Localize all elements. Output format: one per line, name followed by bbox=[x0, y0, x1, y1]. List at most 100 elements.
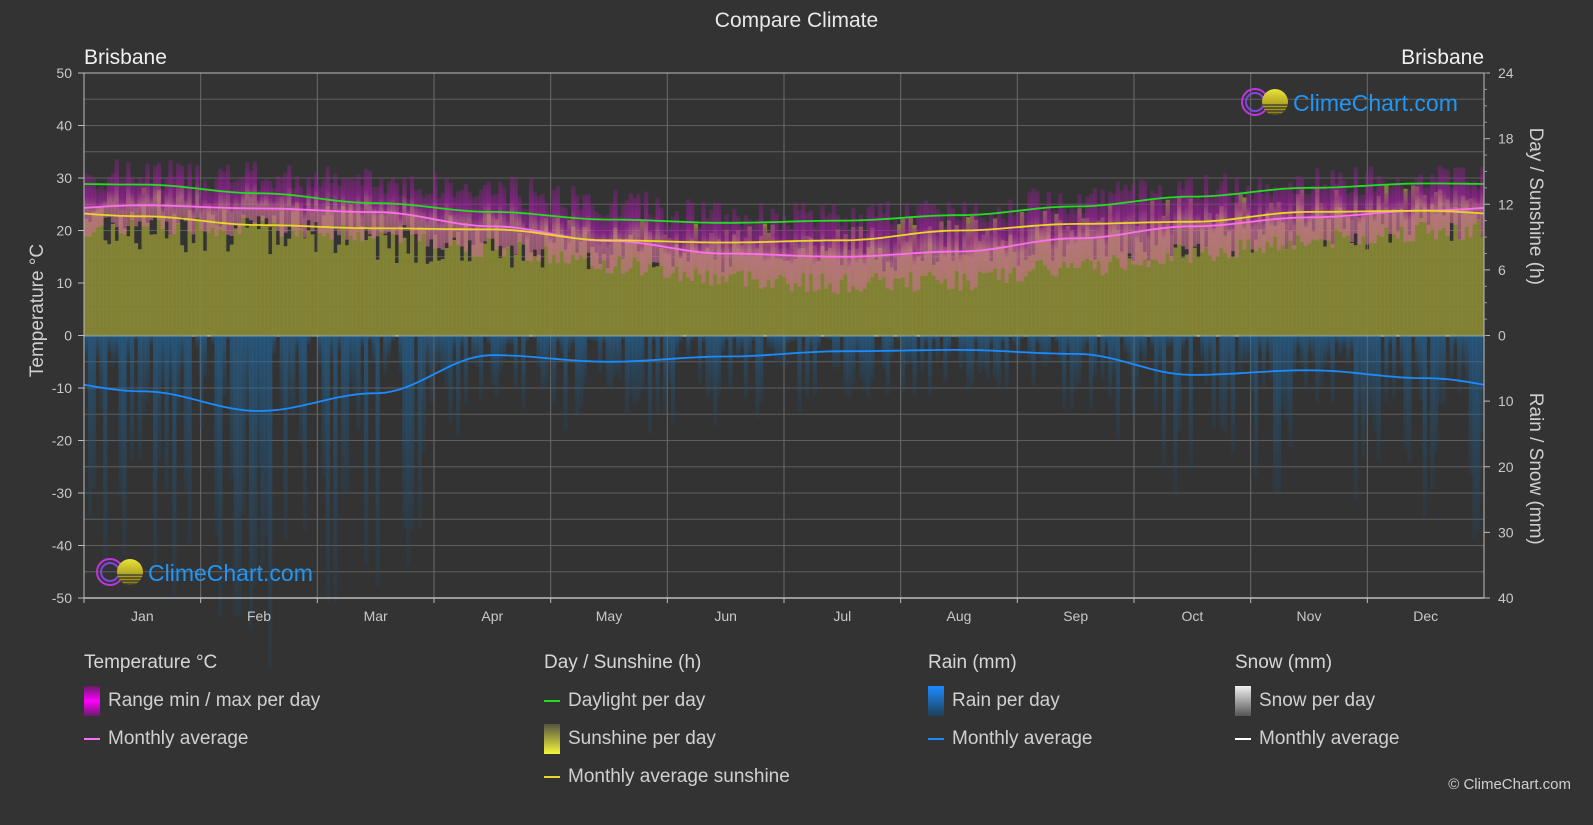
temp-range-bar bbox=[417, 188, 422, 242]
rain-bar bbox=[502, 335, 507, 361]
rain-bar bbox=[1280, 335, 1285, 409]
temp-range-bar bbox=[1031, 188, 1036, 270]
temp-range-bar bbox=[268, 181, 273, 228]
rain-bar bbox=[137, 335, 142, 461]
sunshine-bar bbox=[509, 267, 514, 336]
temp-range-bar bbox=[179, 165, 185, 218]
rain-bar bbox=[1054, 335, 1059, 342]
sunshine-bar bbox=[126, 236, 131, 336]
rain-bar bbox=[1430, 335, 1435, 490]
sunshine-bar bbox=[1180, 257, 1186, 336]
temp-range-bar bbox=[1081, 213, 1086, 262]
legend-item: Sunshine per day bbox=[544, 724, 790, 754]
rain-bar bbox=[1173, 335, 1178, 496]
rain-bar bbox=[1361, 335, 1366, 459]
rain-bar bbox=[91, 335, 96, 489]
sunshine-bar bbox=[1192, 247, 1197, 336]
rain-bar bbox=[364, 335, 369, 567]
rain-bar bbox=[191, 335, 196, 337]
rain-bar bbox=[632, 335, 637, 405]
rain-bar bbox=[920, 335, 925, 373]
temp-range-bar bbox=[1169, 198, 1174, 262]
logo-ring-icon bbox=[1245, 92, 1265, 112]
rain-bar bbox=[985, 335, 990, 381]
rain-bar bbox=[459, 335, 465, 347]
rain-bar bbox=[1023, 335, 1028, 337]
temp-range-bar bbox=[1403, 191, 1408, 243]
temp-range-bar bbox=[1303, 194, 1308, 246]
rain-bar bbox=[356, 335, 361, 431]
temp-range-bar bbox=[540, 193, 545, 250]
rain-bar bbox=[314, 335, 319, 337]
rain-bar bbox=[724, 335, 729, 341]
rain-bar bbox=[133, 335, 139, 341]
temp-range-bar bbox=[490, 194, 495, 239]
legend-label: Monthly average bbox=[108, 728, 249, 749]
rain-bar bbox=[99, 335, 104, 410]
temp-range-bar bbox=[812, 226, 818, 292]
temp-range-bar bbox=[559, 205, 564, 252]
temp-range-bar bbox=[256, 190, 261, 217]
rain-bar bbox=[444, 335, 449, 388]
temp-range-bar bbox=[141, 179, 146, 227]
temp-range-bar bbox=[766, 231, 771, 281]
temp-range-bar bbox=[1211, 194, 1216, 261]
temp-range-bar bbox=[294, 175, 300, 237]
rain-bar bbox=[977, 335, 982, 374]
temp-range-bar bbox=[1146, 201, 1151, 268]
rain-bar bbox=[1100, 335, 1105, 381]
rain-bar bbox=[1031, 335, 1036, 386]
rain-bar bbox=[1453, 335, 1458, 345]
sunshine-bar bbox=[1476, 219, 1481, 336]
rain-bar bbox=[843, 335, 848, 394]
left-tick-label: 50 bbox=[56, 65, 72, 81]
temp-range-bar bbox=[885, 201, 890, 289]
rain-bar bbox=[214, 335, 219, 535]
rain-bar bbox=[130, 335, 135, 462]
rain-bar bbox=[544, 335, 549, 389]
rain-bar bbox=[118, 335, 123, 498]
rain-bar bbox=[1104, 335, 1109, 348]
temp-range-bar bbox=[820, 205, 825, 274]
sunshine-bar bbox=[1441, 215, 1447, 336]
temp-range-bar bbox=[609, 203, 614, 274]
rain-bar bbox=[1242, 335, 1247, 362]
rain-bar bbox=[1353, 335, 1358, 500]
temp-range-bar bbox=[935, 209, 940, 280]
rain-bar bbox=[1345, 335, 1351, 366]
temp-range-bar bbox=[578, 208, 584, 256]
rain-bar bbox=[824, 335, 829, 339]
sunshine-bar bbox=[1457, 239, 1462, 336]
sunshine-bar bbox=[337, 244, 342, 336]
rain-bar bbox=[732, 335, 737, 340]
sunshine-bar bbox=[130, 211, 135, 336]
temp-range-bar bbox=[1039, 209, 1044, 261]
sunshine-bar bbox=[1399, 209, 1404, 336]
temp-range-bar bbox=[283, 172, 288, 233]
temp-range-swatch-icon bbox=[84, 686, 100, 716]
rain-bar bbox=[202, 335, 208, 378]
x-tick-label: Oct bbox=[1181, 608, 1203, 624]
sunshine-bar bbox=[540, 267, 545, 336]
sunshine-bar bbox=[360, 226, 365, 336]
rain-bar bbox=[344, 335, 350, 493]
temp-range-bar bbox=[1334, 183, 1339, 230]
rain-bar bbox=[1261, 335, 1266, 388]
temp-range-bar bbox=[586, 194, 591, 253]
rain-bar bbox=[693, 335, 699, 337]
sunshine-bar bbox=[720, 272, 725, 336]
temp-range-bar bbox=[1395, 178, 1401, 239]
rain-bar bbox=[551, 335, 557, 405]
sunshine-bar bbox=[268, 254, 273, 336]
temp-range-bar bbox=[1100, 189, 1105, 276]
sunshine-bar bbox=[413, 262, 419, 336]
rain-bar bbox=[766, 335, 771, 348]
rain-bar bbox=[490, 335, 495, 385]
sunshine-bar bbox=[237, 222, 242, 336]
rain-bar bbox=[402, 335, 407, 529]
rain-bar bbox=[1418, 335, 1424, 401]
legend-title: Temperature °C bbox=[84, 652, 218, 673]
sunshine-bar bbox=[1273, 225, 1278, 336]
rain-bar bbox=[1250, 335, 1255, 393]
temp-range-bar bbox=[344, 178, 350, 240]
